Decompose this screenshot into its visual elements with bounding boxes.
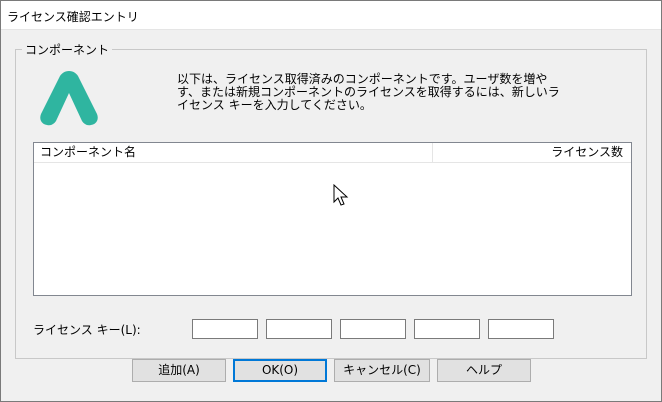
- help-button[interactable]: ヘルプ: [437, 359, 531, 382]
- ok-button[interactable]: OK(O): [233, 359, 327, 382]
- mouse-pointer-icon: [333, 184, 349, 206]
- license-key-field-2[interactable]: [266, 319, 332, 339]
- description-text: 以下は、ライセンス取得済みのコンポーネントです。ユーザ数を増や す、または新規コ…: [177, 72, 560, 112]
- group-label: コンポーネント: [22, 41, 113, 58]
- window-title: ライセンス確認エントリ: [7, 10, 139, 24]
- component-list[interactable]: コンポーネント名 ライセンス数: [33, 142, 632, 296]
- license-key-field-4[interactable]: [414, 319, 480, 339]
- cancel-button[interactable]: キャンセル(C): [334, 359, 430, 382]
- title-bar[interactable]: ライセンス確認エントリ: [1, 1, 661, 30]
- license-key-field-1[interactable]: [192, 319, 258, 339]
- list-header: コンポーネント名 ライセンス数: [34, 143, 631, 163]
- license-logo-icon: [40, 71, 98, 126]
- license-key-field-3[interactable]: [340, 319, 406, 339]
- column-header-license-count[interactable]: ライセンス数: [427, 143, 627, 162]
- license-key-label: ライセンス キー(L):: [33, 323, 141, 337]
- column-header-component-name[interactable]: コンポーネント名: [34, 143, 433, 162]
- add-button[interactable]: 追加(A): [132, 359, 226, 382]
- list-body[interactable]: [34, 163, 631, 295]
- logo-shape: [40, 71, 98, 126]
- license-entry-dialog: ライセンス確認エントリ コンポーネント 以下は、ライセンス取得済みのコンポーネン…: [0, 0, 662, 402]
- license-key-field-5[interactable]: [488, 319, 554, 339]
